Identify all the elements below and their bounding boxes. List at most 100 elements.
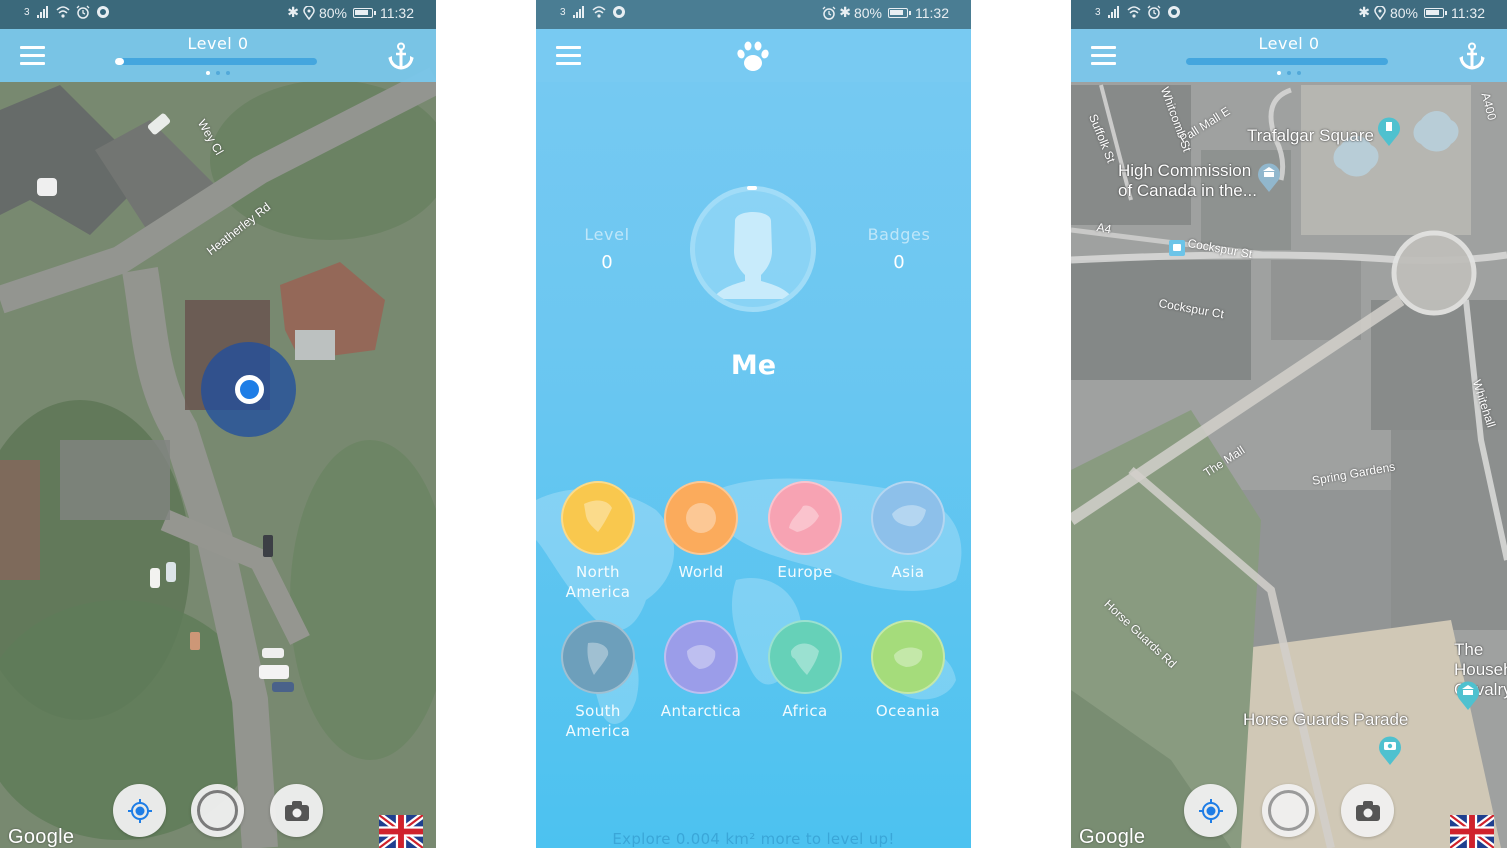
satellite-map[interactable]: Suffolk St Whitcomb St Pall Mall E A4 Co… bbox=[1071, 0, 1507, 848]
continent-badge-circle bbox=[664, 620, 738, 694]
oceania-icon bbox=[894, 647, 923, 667]
avatar-progress-marker bbox=[747, 186, 757, 190]
continent-badge-label: Africa bbox=[782, 702, 828, 720]
user-name: Me bbox=[730, 350, 777, 381]
place-label[interactable]: Horse Guards Parade bbox=[1243, 710, 1408, 730]
badges-stat[interactable]: Badges 0 bbox=[839, 225, 959, 273]
level-progress-bar bbox=[1186, 58, 1388, 65]
continent-badge-circle bbox=[561, 481, 635, 555]
antarctica-icon bbox=[687, 645, 716, 669]
place-label[interactable]: Trafalgar Square bbox=[1247, 126, 1374, 146]
app-bar bbox=[536, 29, 971, 82]
alarm-icon bbox=[76, 5, 90, 19]
wifi-icon bbox=[1127, 6, 1141, 18]
signal-icon bbox=[1107, 6, 1119, 18]
globe-icon bbox=[686, 503, 716, 533]
camera-button[interactable] bbox=[1341, 784, 1394, 837]
continent-badge-label: North America bbox=[565, 563, 631, 601]
place-label[interactable]: High Commission of Canada in the... bbox=[1118, 161, 1268, 201]
page-dot[interactable] bbox=[216, 71, 220, 75]
uk-flag-icon[interactable] bbox=[1450, 815, 1494, 848]
continent-badge-label: Asia bbox=[891, 563, 925, 581]
camera-icon bbox=[1355, 800, 1380, 821]
location-icon bbox=[1374, 5, 1386, 20]
status-bar: 3 ✱ 80% 11:32 bbox=[536, 0, 971, 29]
satellite-map[interactable]: Wey Cl Heatherley Rd bbox=[0, 0, 436, 848]
continent-badge[interactable]: North America bbox=[548, 481, 648, 602]
sync-icon bbox=[96, 6, 109, 18]
continent-badge[interactable]: World bbox=[651, 481, 751, 582]
wifi-icon bbox=[56, 6, 70, 18]
anchor-icon[interactable] bbox=[1459, 42, 1485, 70]
bluetooth-icon: ✱ bbox=[1358, 4, 1370, 20]
google-attribution: Google bbox=[8, 826, 75, 848]
continent-badge-label: World bbox=[678, 563, 724, 581]
bus-stop-icon[interactable] bbox=[1169, 240, 1185, 256]
continent-badge-circle bbox=[561, 620, 635, 694]
level-up-message: Explore 0.004 km² more to level up! bbox=[612, 830, 895, 848]
current-location-marker[interactable] bbox=[235, 375, 264, 404]
page-dot[interactable] bbox=[206, 71, 210, 75]
my-location-icon bbox=[1198, 798, 1223, 823]
clock: 11:32 bbox=[1451, 4, 1485, 21]
signal-icon bbox=[36, 6, 48, 18]
carrier-indicator: 3 bbox=[24, 6, 30, 18]
record-ring-icon bbox=[197, 790, 238, 831]
continent-badge[interactable]: South America bbox=[548, 620, 648, 741]
continent-badge-label: Europe bbox=[777, 563, 833, 581]
museum-pin-icon[interactable] bbox=[1456, 680, 1480, 710]
embassy-pin-icon[interactable] bbox=[1257, 162, 1281, 192]
badges-stat-label: Badges bbox=[867, 225, 931, 244]
level-stat-label: Level bbox=[584, 225, 630, 244]
sync-icon bbox=[1167, 6, 1180, 18]
page-indicator bbox=[1071, 71, 1507, 75]
continent-badge[interactable]: Africa bbox=[755, 620, 855, 721]
continent-badge[interactable]: Antarctica bbox=[651, 620, 751, 721]
menu-icon[interactable] bbox=[556, 46, 581, 65]
level-title: Level 0 bbox=[1258, 34, 1320, 53]
record-button[interactable] bbox=[1262, 784, 1315, 837]
battery-percent: 80% bbox=[1389, 4, 1418, 21]
carrier-indicator: 3 bbox=[560, 6, 566, 18]
record-button[interactable] bbox=[191, 784, 244, 837]
page-dot[interactable] bbox=[1277, 71, 1281, 75]
location-icon bbox=[303, 5, 315, 20]
locate-button[interactable] bbox=[1184, 784, 1237, 837]
bluetooth-icon: ✱ bbox=[839, 4, 851, 20]
sync-icon bbox=[612, 6, 625, 18]
page-dot[interactable] bbox=[1287, 71, 1291, 75]
level-title: Level 0 bbox=[187, 34, 249, 53]
google-attribution: Google bbox=[1079, 826, 1146, 848]
africa-icon bbox=[791, 643, 819, 675]
avatar[interactable] bbox=[690, 186, 816, 312]
continent-badge[interactable]: Oceania bbox=[858, 620, 958, 721]
my-location-icon bbox=[127, 798, 152, 823]
camera-button[interactable] bbox=[270, 784, 323, 837]
camera-icon bbox=[284, 800, 309, 821]
anchor-icon[interactable] bbox=[388, 42, 414, 70]
clock: 11:32 bbox=[915, 4, 949, 21]
uk-flag-icon[interactable] bbox=[379, 815, 423, 848]
alarm-icon bbox=[1147, 5, 1161, 19]
continent-badge-circle bbox=[871, 481, 945, 555]
continent-badge[interactable]: Asia bbox=[858, 481, 958, 582]
signal-icon bbox=[572, 6, 584, 18]
continent-badge-label: Oceania bbox=[875, 702, 941, 720]
battery-icon bbox=[888, 7, 911, 18]
page-dot[interactable] bbox=[1297, 71, 1301, 75]
landmark-pin-icon[interactable] bbox=[1377, 116, 1401, 146]
page-dot[interactable] bbox=[226, 71, 230, 75]
continent-badge-circle bbox=[768, 620, 842, 694]
clock: 11:32 bbox=[380, 4, 414, 21]
battery-percent: 80% bbox=[853, 4, 882, 21]
continent-badge-label: South America bbox=[565, 702, 631, 740]
status-bar: 3 ✱ 80% 11:32 bbox=[1071, 0, 1507, 29]
asia-icon bbox=[892, 505, 926, 527]
level-stat-value: 0 bbox=[601, 252, 613, 273]
continent-badge-circle bbox=[664, 481, 738, 555]
street-label: A4 bbox=[1095, 220, 1113, 237]
continent-badge[interactable]: Europe bbox=[755, 481, 855, 582]
app-bar: Level 0 bbox=[0, 29, 436, 82]
photo-spot-pin-icon[interactable] bbox=[1378, 735, 1402, 765]
locate-button[interactable] bbox=[113, 784, 166, 837]
